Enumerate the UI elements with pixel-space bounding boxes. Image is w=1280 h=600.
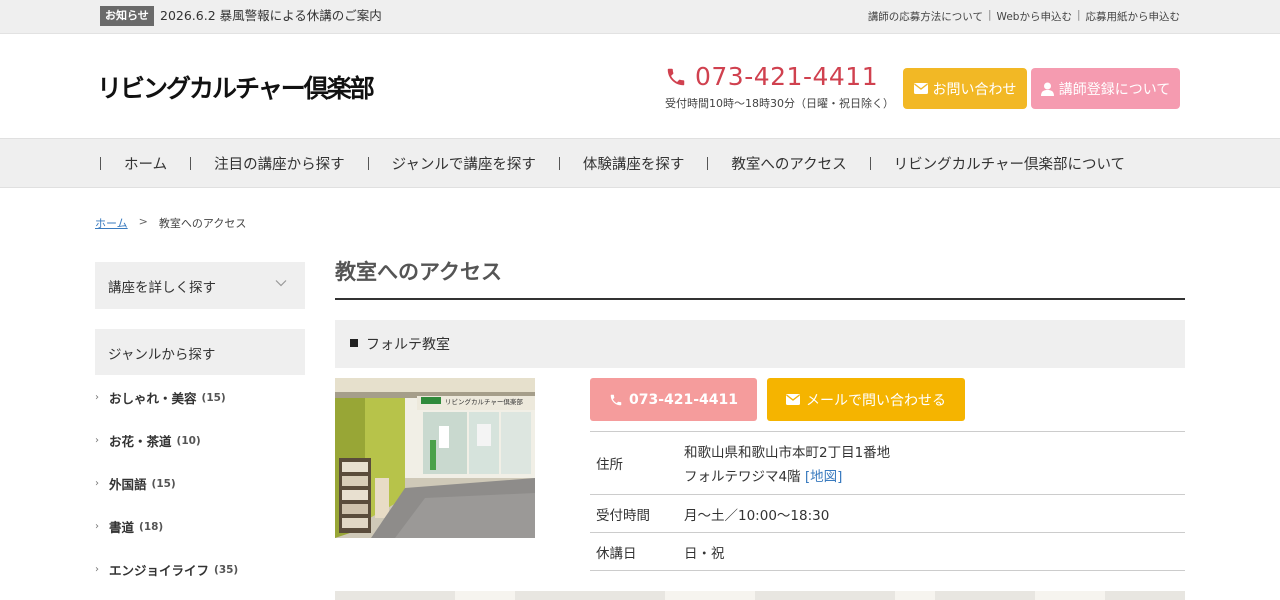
site-header: リビングカルチャー倶楽部 073-421-4411 受付時間10時～18時30分… bbox=[0, 34, 1280, 138]
top-notice-bar: お知らせ 2026.6.2 暴風警報による休講のご案内 講師の応募方法について … bbox=[0, 0, 1280, 34]
breadcrumb-separator: > bbox=[138, 215, 148, 228]
classroom-phone-label: 073-421-4411 bbox=[628, 391, 739, 408]
genre-item[interactable]: › 外国語 (15) bbox=[95, 462, 305, 505]
nav-label: 教室へのアクセス bbox=[731, 156, 847, 173]
nav-label: ジャンルで講座を探す bbox=[391, 156, 536, 173]
classroom-photo: リビングカルチャー倶楽部 bbox=[335, 378, 535, 538]
genre-item[interactable]: › 書道 (18) bbox=[95, 505, 305, 548]
nav-item-about[interactable]: リビングカルチャー倶楽部について bbox=[869, 153, 1148, 174]
phone-icon bbox=[667, 68, 685, 86]
breadcrumb-current: 教室へのアクセス bbox=[158, 217, 247, 230]
nav-item-access[interactable]: 教室へのアクセス bbox=[707, 153, 869, 174]
classroom-phone-button[interactable]: 073-421-4411 bbox=[590, 378, 757, 421]
table-row: 住所 和歌山県和歌山市本町2丁目1番地 フォルテワジマ4階 [地図] bbox=[590, 431, 1185, 495]
genre-item[interactable]: › お花・茶道 (10) bbox=[95, 419, 305, 462]
chevron-right-icon: › bbox=[95, 521, 99, 532]
contact-button-label: お問い合わせ bbox=[932, 81, 1017, 98]
chevron-right-icon: › bbox=[95, 564, 99, 575]
form-apply-link[interactable]: 応募用紙から申込む bbox=[1081, 9, 1181, 24]
breadcrumb: ホーム > 教室へのアクセス bbox=[95, 215, 246, 231]
header-phone-number[interactable]: 073-421-4411 bbox=[695, 62, 878, 92]
nav-label: ホーム bbox=[124, 156, 168, 173]
web-apply-link[interactable]: Webから申込む bbox=[992, 9, 1077, 24]
phone-hours: 受付時間10時～18時30分（日曜・祝日除く） bbox=[665, 97, 894, 110]
genre-count: (10) bbox=[176, 434, 201, 447]
title-divider bbox=[335, 298, 1185, 300]
classroom-mail-button[interactable]: メールで問い合わせる bbox=[767, 378, 965, 421]
notice-badge: お知らせ bbox=[100, 6, 154, 26]
classroom-info-table: 住所 和歌山県和歌山市本町2丁目1番地 フォルテワジマ4階 [地図] 受付時間 … bbox=[590, 431, 1185, 571]
top-links: 講師の応募方法について | Webから申込む | 応募用紙から申込む bbox=[863, 9, 1180, 24]
genre-list: › おしゃれ・美容 (15) › お花・茶道 (10) › 外国語 (15) › 書道 (18)… bbox=[95, 376, 305, 591]
genre-count: (35) bbox=[214, 563, 239, 576]
classroom-mail-label: メールで問い合わせる bbox=[806, 392, 946, 409]
nav-item-genre[interactable]: ジャンルで講座を探す bbox=[367, 153, 559, 174]
page-title: 教室へのアクセス bbox=[335, 260, 502, 284]
site-logo[interactable]: リビングカルチャー倶楽部 bbox=[97, 74, 375, 104]
table-row: 休講日 日・祝 bbox=[590, 532, 1185, 571]
genre-name: エンジョイライフ bbox=[109, 563, 210, 578]
genre-heading: ジャンルから探す bbox=[95, 329, 305, 375]
nav-label: 体験講座を探す bbox=[582, 156, 685, 173]
closed-label: 休講日 bbox=[590, 532, 680, 571]
genre-heading-label: ジャンルから探す bbox=[108, 347, 216, 363]
mail-icon bbox=[913, 83, 928, 94]
genre-name: おしゃれ・美容 bbox=[109, 391, 197, 406]
nav-label: リビングカルチャー倶楽部について bbox=[893, 156, 1126, 173]
mail-icon bbox=[786, 394, 800, 405]
genre-name: 書道 bbox=[109, 520, 135, 535]
teacher-button-label: 講師登録について bbox=[1058, 81, 1171, 98]
photo-sign-text: リビングカルチャー倶楽部 bbox=[445, 397, 523, 406]
course-search-toggle[interactable]: 講座を詳しく探す bbox=[95, 262, 305, 309]
address-line-1: 和歌山県和歌山市本町2丁目1番地 bbox=[684, 445, 891, 461]
phone-icon bbox=[610, 394, 622, 405]
chevron-down-icon bbox=[275, 280, 287, 287]
chevron-right-icon: › bbox=[95, 435, 99, 446]
course-search-label: 講座を詳しく探す bbox=[108, 280, 216, 296]
address-label: 住所 bbox=[590, 431, 680, 495]
classroom-heading: フォルテ教室 bbox=[335, 320, 1185, 368]
nav-label: 注目の講座から探す bbox=[214, 156, 345, 173]
teacher-application-link[interactable]: 講師の応募方法について bbox=[863, 9, 988, 24]
closed-value: 日・祝 bbox=[680, 532, 1185, 571]
genre-count: (18) bbox=[139, 520, 164, 533]
address-value: 和歌山県和歌山市本町2丁目1番地 フォルテワジマ4階 [地図] bbox=[680, 431, 1185, 495]
genre-item[interactable]: › エンジョイライフ (35) bbox=[95, 548, 305, 591]
hours-value: 月～土／10:00～18:30 bbox=[680, 494, 1185, 533]
genre-count: (15) bbox=[201, 391, 226, 404]
contact-button[interactable]: お問い合わせ bbox=[903, 68, 1027, 109]
nav-item-featured[interactable]: 注目の講座から探す bbox=[190, 153, 368, 174]
table-row: 受付時間 月～土／10:00～18:30 bbox=[590, 494, 1185, 533]
genre-name: お花・茶道 bbox=[109, 434, 172, 449]
notice-link[interactable]: 2026.6.2 暴風警報による休講のご案内 bbox=[160, 7, 382, 25]
nav-item-trial[interactable]: 体験講座を探す bbox=[558, 153, 708, 174]
header-phone: 073-421-4411 受付時間10時～18時30分（日曜・祝日除く） bbox=[665, 62, 894, 111]
chevron-right-icon: › bbox=[95, 392, 99, 403]
square-bullet-icon bbox=[350, 339, 358, 347]
classroom-name: フォルテ教室 bbox=[366, 337, 450, 353]
breadcrumb-home-link[interactable]: ホーム bbox=[95, 215, 128, 231]
global-nav: ホーム 注目の講座から探す ジャンルで講座を探す 体験講座を探す 教室へのアクセ… bbox=[0, 138, 1280, 188]
chevron-right-icon: › bbox=[95, 478, 99, 489]
user-icon bbox=[1040, 82, 1054, 96]
address-line-2: フォルテワジマ4階 bbox=[684, 469, 801, 485]
map-link[interactable]: [地図] bbox=[805, 469, 843, 485]
teacher-registration-button[interactable]: 講師登録について bbox=[1031, 68, 1180, 109]
nav-item-home[interactable]: ホーム bbox=[100, 153, 190, 174]
genre-count: (15) bbox=[151, 477, 176, 490]
hours-label: 受付時間 bbox=[590, 494, 680, 533]
genre-item[interactable]: › おしゃれ・美容 (15) bbox=[95, 376, 305, 419]
map-embed[interactable] bbox=[335, 591, 1185, 600]
genre-name: 外国語 bbox=[109, 477, 147, 492]
